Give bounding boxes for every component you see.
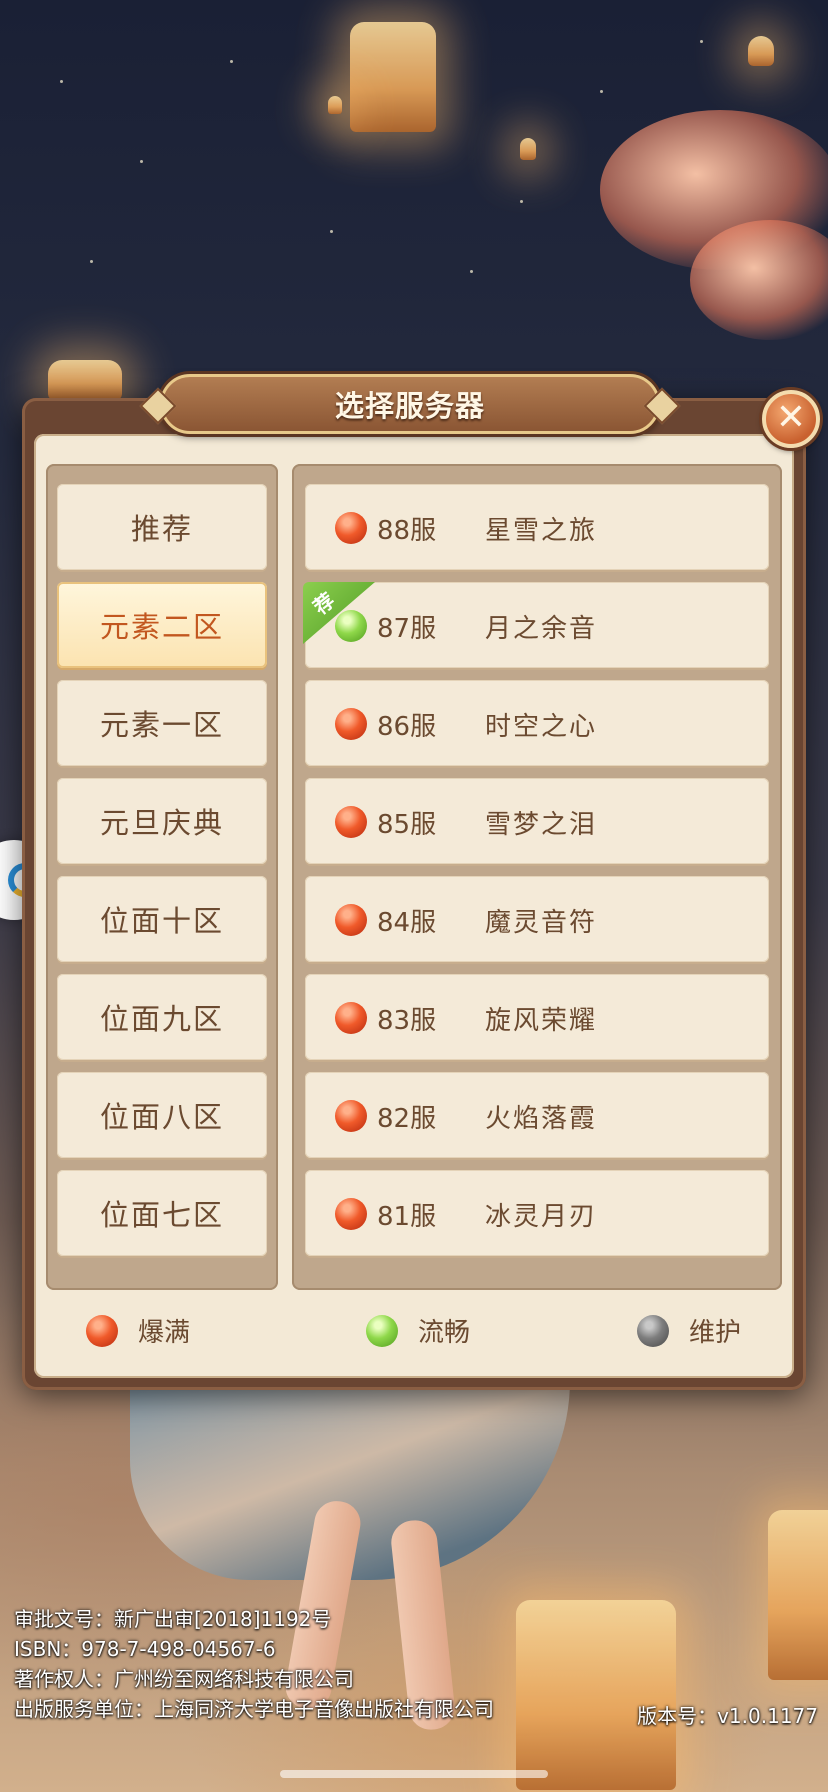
star (520, 200, 523, 203)
server-row[interactable]: 85服 雪梦之泪 (305, 778, 769, 864)
zone-item-plane-10[interactable]: 位面十区 (57, 876, 267, 962)
server-name: 月之余音 (485, 614, 598, 644)
server-name: 时空之心 (485, 712, 598, 742)
legend-label: 维护 (689, 1318, 742, 1348)
server-row[interactable]: 82服 火焰落霞 (305, 1072, 769, 1158)
close-button[interactable]: ✕ (762, 390, 820, 448)
status-smooth-icon (335, 610, 367, 642)
server-row[interactable]: 84服 魔灵音符 (305, 876, 769, 962)
close-icon: ✕ (775, 397, 807, 438)
star (600, 90, 603, 93)
sky-lantern (520, 138, 536, 160)
server-name: 冰灵月刃 (485, 1202, 598, 1232)
star (140, 160, 143, 163)
status-full-icon (335, 1198, 367, 1230)
status-full-icon (335, 806, 367, 838)
zone-list: 推荐 元素二区 元素一区 元旦庆典 位面十区 位面九区 位面八区 位面七区 (46, 464, 278, 1290)
sky-lantern (48, 360, 122, 400)
zone-item-plane-7[interactable]: 位面七区 (57, 1170, 267, 1256)
server-name: 魔灵音符 (485, 908, 598, 938)
server-list: 88服 星雪之旅 荐 87服 月之余音 86服 时空之心 85服 雪梦之泪 84… (292, 464, 782, 1290)
server-number: 86服 (377, 712, 437, 742)
server-name: 火焰落霞 (485, 1104, 598, 1134)
server-number: 81服 (377, 1202, 437, 1232)
status-maintenance-icon (637, 1314, 669, 1347)
star (60, 80, 63, 83)
zone-item-recommended[interactable]: 推荐 (57, 484, 267, 570)
isbn: ISBN：978-7-498-04567-6 (14, 1637, 276, 1661)
server-number: 85服 (377, 810, 437, 840)
zone-item-element-1[interactable]: 元素一区 (57, 680, 267, 766)
copyright-holder: 著作权人：广州纷至网络科技有限公司 (14, 1667, 354, 1691)
star (330, 230, 333, 233)
server-row[interactable]: 83服 旋风荣耀 (305, 974, 769, 1060)
sky-lantern (748, 36, 774, 66)
status-full-icon (335, 1002, 367, 1034)
server-row[interactable]: 81服 冰灵月刃 (305, 1170, 769, 1256)
status-full-icon (335, 904, 367, 936)
server-number: 83服 (377, 1006, 437, 1036)
legend-label: 流畅 (418, 1318, 471, 1348)
version-number: 版本号：v1.0.1177 (637, 1704, 818, 1728)
status-full-icon (335, 1100, 367, 1132)
sky-lantern (350, 22, 436, 132)
status-full-icon (335, 708, 367, 740)
server-row[interactable]: 88服 星雪之旅 (305, 484, 769, 570)
home-indicator[interactable] (280, 1770, 548, 1778)
dialog-title: 选择服务器 (334, 389, 485, 423)
status-full-icon (86, 1314, 118, 1347)
zone-item-plane-8[interactable]: 位面八区 (57, 1072, 267, 1158)
legend-full: 爆满 (86, 1312, 190, 1349)
star (230, 60, 233, 63)
server-name: 旋风荣耀 (485, 1006, 598, 1036)
server-number: 82服 (377, 1104, 437, 1134)
approval-number: 审批文号：新广出审[2018]1192号 (14, 1607, 332, 1631)
server-row[interactable]: 86服 时空之心 (305, 680, 769, 766)
server-number: 88服 (377, 516, 437, 546)
star (90, 260, 93, 263)
status-smooth-icon (366, 1314, 398, 1347)
server-number: 87服 (377, 614, 437, 644)
flame-wisp (690, 220, 828, 340)
zone-item-plane-9[interactable]: 位面九区 (57, 974, 267, 1060)
zone-item-new-year[interactable]: 元旦庆典 (57, 778, 267, 864)
server-name: 雪梦之泪 (485, 810, 598, 840)
star (700, 40, 703, 43)
zone-item-element-2[interactable]: 元素二区 (57, 582, 267, 668)
status-full-icon (335, 512, 367, 544)
legend-label: 爆满 (138, 1318, 191, 1348)
server-number: 84服 (377, 908, 437, 938)
star (470, 270, 473, 273)
sky-lantern (328, 96, 342, 114)
dialog-title-plate: 选择服务器 (160, 374, 660, 434)
server-name: 星雪之旅 (485, 516, 598, 546)
legend-maintenance: 维护 (637, 1312, 741, 1349)
legend-smooth: 流畅 (366, 1312, 470, 1349)
server-row[interactable]: 荐 87服 月之余音 (303, 582, 769, 668)
